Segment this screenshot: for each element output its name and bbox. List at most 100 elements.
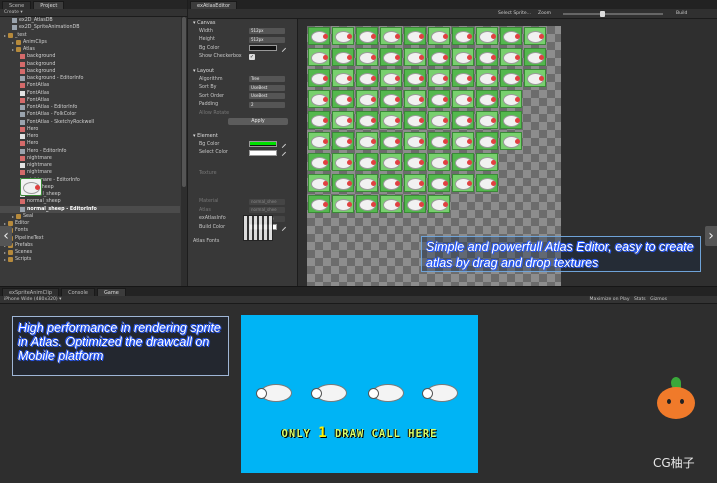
- atlas-sprite[interactable]: [452, 90, 474, 108]
- atlas-sprite[interactable]: [380, 174, 402, 192]
- tree-item[interactable]: ▸ _test: [0, 32, 180, 39]
- select-color-swatch[interactable]: [249, 149, 277, 156]
- scrollbar-thumb[interactable]: [182, 17, 186, 187]
- tab-sprite-anim-clip[interactable]: exSpriteAnimClip: [2, 288, 60, 296]
- tab-game[interactable]: Game: [96, 288, 126, 296]
- atlas-sprite[interactable]: [452, 111, 474, 129]
- select-sprite-dropdown[interactable]: Select Sprite...: [498, 9, 531, 19]
- tab-console[interactable]: Console: [61, 288, 95, 296]
- atlas-sprite[interactable]: [404, 132, 426, 150]
- atlas-sprite[interactable]: [380, 153, 402, 171]
- tree-item[interactable]: FontAtlas - FolkColor: [0, 111, 180, 118]
- atlas-sprite[interactable]: [476, 27, 498, 45]
- atlas-sprite[interactable]: [332, 27, 354, 45]
- atlas-sprite[interactable]: [356, 69, 378, 87]
- tree-item[interactable]: Hero: [0, 133, 180, 140]
- tree-item[interactable]: background: [0, 68, 180, 75]
- show-checkerboard-checkbox[interactable]: ✓: [249, 53, 255, 60]
- tree-item[interactable]: background - EditorInfo: [0, 75, 180, 82]
- tree-item[interactable]: ▸ AnimClips: [0, 39, 180, 46]
- previous-slide-button[interactable]: ‹: [0, 226, 12, 246]
- build-button[interactable]: Build: [676, 9, 687, 19]
- create-button[interactable]: Create ▾: [4, 10, 23, 15]
- atlas-sprite[interactable]: [404, 111, 426, 129]
- atlas-sprite[interactable]: [428, 90, 450, 108]
- atlas-sprite[interactable]: [380, 111, 402, 129]
- atlas-sprite[interactable]: [428, 48, 450, 66]
- tree-item[interactable]: Hero - EditorInfo: [0, 148, 180, 155]
- atlas-sprite[interactable]: [356, 90, 378, 108]
- atlas-sprite[interactable]: [332, 195, 354, 213]
- atlas-sprite[interactable]: [380, 27, 402, 45]
- tab-project[interactable]: Project: [33, 1, 65, 9]
- atlas-sprite[interactable]: [380, 132, 402, 150]
- eyedropper-icon[interactable]: [278, 223, 287, 231]
- tree-item[interactable]: nightmare: [0, 169, 180, 176]
- atlas-sprite[interactable]: [332, 132, 354, 150]
- atlas-sprite[interactable]: [524, 69, 546, 87]
- atlas-sprite[interactable]: [308, 174, 330, 192]
- eyedropper-icon[interactable]: [278, 149, 287, 157]
- tree-item[interactable]: ▸ Atlas: [0, 46, 180, 53]
- atlas-sprite[interactable]: [404, 48, 426, 66]
- atlas-sprite[interactable]: [356, 174, 378, 192]
- atlas-sprite[interactable]: [476, 153, 498, 171]
- atlas-sprite[interactable]: [332, 111, 354, 129]
- atlas-sprite[interactable]: [308, 132, 330, 150]
- tree-item[interactable]: ▸ Scenes: [0, 249, 180, 256]
- atlas-sprite[interactable]: [428, 132, 450, 150]
- sort-by-dropdown[interactable]: UseBest: [249, 84, 285, 91]
- atlas-sprite[interactable]: [500, 111, 522, 129]
- tree-item[interactable]: FontAtlas: [0, 90, 180, 97]
- algorithm-dropdown[interactable]: Tree: [249, 76, 285, 83]
- eyedropper-icon[interactable]: [278, 140, 287, 148]
- atlas-sprite[interactable]: [476, 132, 498, 150]
- height-dropdown[interactable]: 512px: [249, 36, 285, 43]
- atlas-sprite[interactable]: [404, 153, 426, 171]
- tree-item[interactable]: ex2D_SpriteAnimationDB: [0, 24, 180, 31]
- atlas-sprite[interactable]: [500, 90, 522, 108]
- atlas-sprite[interactable]: [356, 48, 378, 66]
- stats-toggle[interactable]: Stats: [634, 297, 646, 302]
- tree-item[interactable]: ▸Prefabs: [0, 242, 180, 249]
- maximize-on-play-toggle[interactable]: Maximize on Play: [590, 297, 630, 302]
- atlas-sprite[interactable]: [452, 69, 474, 87]
- tree-item[interactable]: normal_sheep: [0, 178, 180, 197]
- atlas-sprite[interactable]: [452, 174, 474, 192]
- eyedropper-icon[interactable]: [278, 44, 287, 52]
- tree-item[interactable]: nightmare: [0, 155, 180, 162]
- atlas-sprite[interactable]: [380, 69, 402, 87]
- tree-item[interactable]: ▸ Scripts: [0, 256, 180, 263]
- tree-item[interactable]: ▸Fonts: [0, 227, 180, 234]
- tree-item[interactable]: ▸ Seal: [0, 213, 180, 220]
- atlas-sprite[interactable]: [404, 90, 426, 108]
- apply-button[interactable]: Apply: [228, 118, 288, 126]
- atlas-sprite[interactable]: [524, 27, 546, 45]
- canvas-section-header[interactable]: ▾ Canvas: [188, 19, 297, 27]
- padding-input[interactable]: 2: [249, 101, 285, 108]
- atlas-sprite[interactable]: [332, 90, 354, 108]
- atlas-sprite[interactable]: [332, 48, 354, 66]
- zoom-slider-knob[interactable]: [600, 11, 605, 17]
- tree-item[interactable]: FontAtlas: [0, 82, 180, 89]
- resolution-dropdown[interactable]: iPhone Wide (480x320) ▾: [4, 297, 62, 302]
- atlas-sprite[interactable]: [476, 174, 498, 192]
- atlas-sprite[interactable]: [356, 153, 378, 171]
- gizmos-toggle[interactable]: Gizmos: [650, 297, 667, 302]
- atlas-sprite[interactable]: [332, 69, 354, 87]
- atlas-sprite[interactable]: [356, 195, 378, 213]
- tab-scene[interactable]: Scene: [2, 1, 32, 9]
- atlas-sprite[interactable]: [404, 195, 426, 213]
- tree-item[interactable]: nightmare: [0, 162, 180, 169]
- atlas-sprite[interactable]: [404, 174, 426, 192]
- atlas-sprite[interactable]: [356, 27, 378, 45]
- project-scrollbar[interactable]: [181, 17, 187, 286]
- atlas-sprite[interactable]: [476, 111, 498, 129]
- atlas-sprite[interactable]: [428, 174, 450, 192]
- width-dropdown[interactable]: 512px: [249, 28, 285, 35]
- tree-item[interactable]: ex2D_AtlasDB: [0, 17, 180, 24]
- atlas-sprite[interactable]: [500, 27, 522, 45]
- tree-item[interactable]: FontAtlas - EditorInfo: [0, 104, 180, 111]
- atlas-sprite[interactable]: [380, 90, 402, 108]
- tab-atlas-editor[interactable]: exAtlasEditor: [190, 1, 238, 9]
